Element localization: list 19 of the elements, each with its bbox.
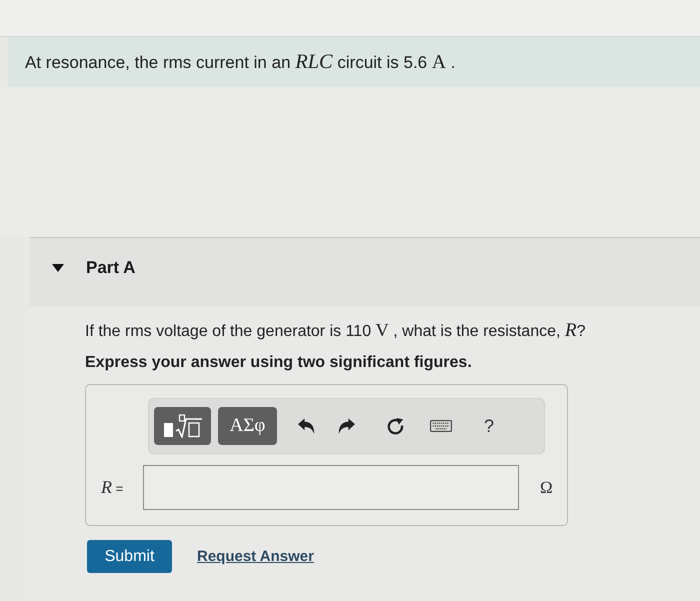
instruction-text: Express your answer using two significant figures. (85, 353, 473, 373)
redo-icon (338, 418, 355, 434)
answer-field[interactable] (143, 465, 519, 510)
part-header[interactable]: Part A (30, 237, 700, 307)
help-button[interactable]: ? (482, 414, 496, 438)
undo-icon (298, 418, 315, 434)
caret-icon[interactable] (52, 264, 64, 272)
problem-statement: At resonance, the rms current in an RLC circuit is 5.6 A . (25, 50, 456, 74)
root-template-icon (162, 414, 202, 438)
question-text: If the rms voltage of the generator is 110 V , what is the resistance, R? (85, 319, 587, 343)
part-title: Part A (86, 258, 136, 278)
request-answer-link[interactable]: Request Answer (197, 548, 314, 565)
templates-button[interactable] (154, 407, 211, 445)
answer-label: R = (101, 477, 124, 498)
reset-icon (387, 418, 404, 434)
unit-label: Ω (540, 478, 553, 498)
submit-button[interactable]: Submit (87, 540, 172, 573)
keyboard-icon (430, 420, 452, 432)
greek-symbols-button[interactable]: ΑΣφ (218, 407, 277, 445)
